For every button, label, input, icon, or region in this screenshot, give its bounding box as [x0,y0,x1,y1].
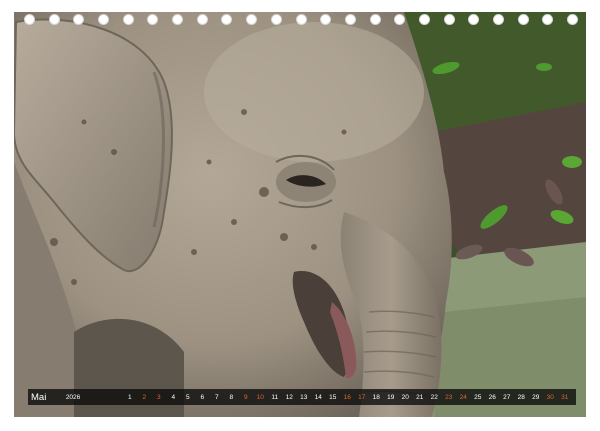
day-number: 25 [474,393,482,401]
day-number: 22 [430,393,438,401]
binding-ring [48,14,60,25]
day-number: 13 [300,393,308,401]
day-number: 14 [314,393,322,401]
binding-ring [196,14,208,25]
binding-ring [320,14,332,25]
binding-ring [443,14,455,25]
day-number: 4 [171,393,176,401]
binding-ring [172,14,184,25]
day-number: 31 [561,393,569,401]
binding-ring [122,14,134,25]
binding-rings [14,12,586,32]
binding-ring [246,14,258,25]
binding-ring [344,14,356,25]
day-number: 17 [358,393,366,401]
elephant-photo [14,12,586,417]
day-number: 28 [517,393,525,401]
day-number: 2 [142,393,147,401]
binding-ring [492,14,504,25]
day-number: 19 [387,393,395,401]
day-number: 11 [271,393,279,401]
binding-ring [369,14,381,25]
binding-ring [567,14,578,25]
day-number: 29 [532,393,540,401]
day-number: 7 [214,393,219,401]
day-number: 26 [488,393,496,401]
day-number: 30 [546,393,554,401]
day-number: 24 [459,393,467,401]
day-number: 9 [243,393,248,401]
green-leaf [536,63,552,71]
binding-ring [295,14,307,25]
month-label: Mai [31,391,47,403]
binding-ring [542,14,554,25]
binding-ring [394,14,406,25]
binding-ring [24,14,35,25]
day-number: 15 [329,393,337,401]
binding-ring [468,14,480,25]
day-number: 16 [343,393,351,401]
day-number: 5 [185,393,190,401]
year-label: 2026 [65,393,81,401]
binding-ring [418,14,430,25]
day-number: 23 [445,393,453,401]
day-number: 6 [200,393,205,401]
day-number: 21 [416,393,424,401]
day-number: 12 [285,393,293,401]
day-number: 8 [229,393,234,401]
binding-ring [73,14,85,25]
day-number: 20 [401,393,409,401]
green-leaf [562,156,582,168]
day-number: 10 [256,393,264,401]
binding-ring [98,14,110,25]
calendar-strip: Mai 2026 1 2 3 4 5 6 7 8 9 10 11 12 13 14 15 16 17 18 19 20… [28,389,576,405]
day-number: 18 [372,393,380,401]
day-number: 3 [156,393,161,401]
binding-ring [270,14,282,25]
day-number: 27 [503,393,511,401]
binding-ring [147,14,159,25]
forehead-highlight [204,22,424,162]
binding-ring [221,14,233,25]
day-list: 1 2 3 4 5 6 7 8 9 10 11 12 13 14 15 16 17 18 19 20 21 22 23 24 2… [123,394,577,401]
calendar-sheet [14,12,586,417]
day-number: 1 [127,393,132,401]
binding-ring [517,14,529,25]
